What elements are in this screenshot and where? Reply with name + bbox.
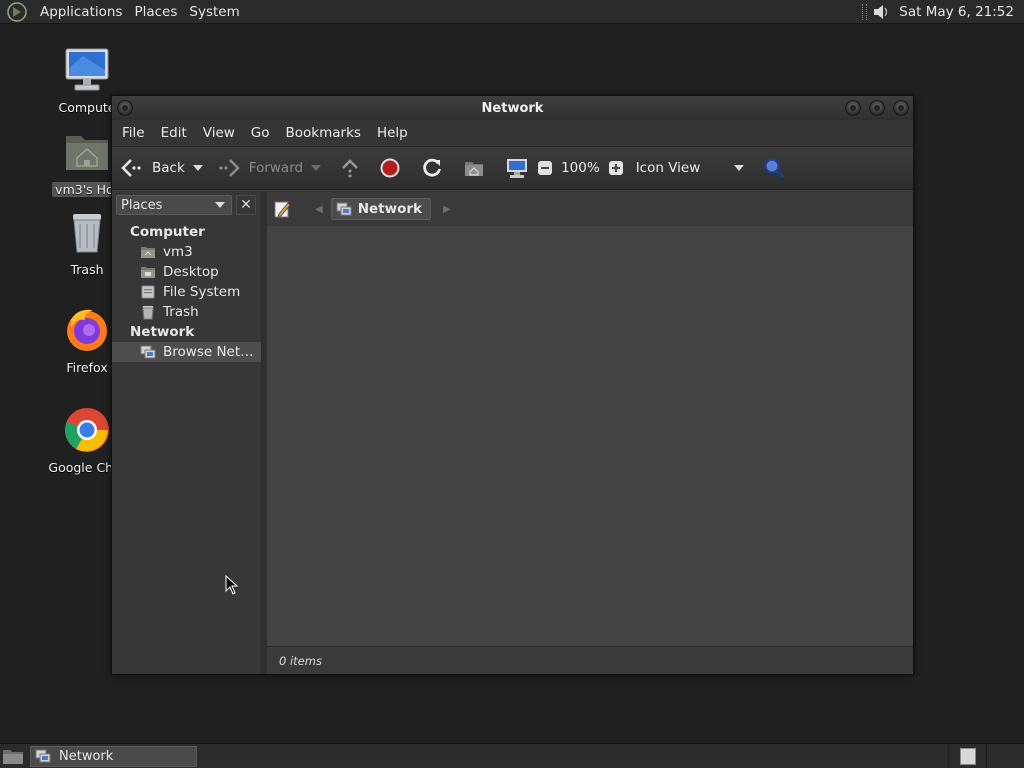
system-tray: Sat May 6, 21:52	[862, 0, 1024, 24]
workspace-1[interactable]	[948, 743, 986, 768]
close-button[interactable]	[893, 100, 909, 116]
sidebar-item-label: Desktop	[163, 264, 219, 280]
zoom-in-icon[interactable]	[608, 160, 624, 176]
system-menu[interactable]: System	[183, 4, 245, 20]
bottom-panel: Network	[0, 743, 1024, 768]
network-icon	[140, 345, 156, 359]
minimize-button[interactable]	[845, 100, 861, 116]
back-arrow-icon	[121, 159, 141, 177]
sidebar-item-vm3[interactable]: vm3	[112, 242, 261, 262]
firefox-icon	[67, 309, 107, 351]
forward-history-dropdown[interactable]	[311, 165, 322, 171]
menu-bookmarks[interactable]: Bookmarks	[280, 125, 367, 141]
sidebar-header: Places ✕	[112, 192, 261, 218]
tray-separator	[862, 3, 868, 20]
zoom-out-icon[interactable]	[537, 160, 553, 176]
network-icon	[35, 749, 51, 763]
up-arrow-icon[interactable]	[339, 157, 361, 179]
sidebar-item-label: vm3	[163, 244, 193, 260]
trash-icon	[142, 306, 154, 320]
workspace-switcher	[948, 743, 1024, 768]
menu-help[interactable]: Help	[371, 125, 414, 141]
clock[interactable]: Sat May 6, 21:52	[891, 4, 1024, 20]
window-title: Network	[481, 100, 544, 116]
back-label: Back	[152, 160, 185, 176]
top-panel: Applications Places System Sat May 6, 21…	[0, 0, 1024, 24]
desktop-icon-label: Trash	[70, 262, 104, 277]
status-bar: 0 items	[267, 646, 913, 674]
speaker-icon[interactable]	[871, 2, 891, 22]
home-icon[interactable]	[463, 157, 485, 179]
toolbar: Back Forward 100% Icon View	[112, 146, 913, 190]
taskbar-item-label: Network	[59, 748, 114, 764]
gnome-foot-icon[interactable]	[6, 1, 28, 23]
drive-icon	[141, 285, 155, 299]
window-titlebar[interactable]: Network	[112, 96, 913, 120]
forward-button[interactable]: Forward	[217, 157, 303, 179]
taskbar-item-network[interactable]: Network	[30, 745, 197, 767]
path-scroll-right-icon[interactable]: ▶	[443, 204, 451, 215]
forward-arrow-icon	[219, 159, 240, 177]
home-folder-icon	[141, 247, 155, 258]
workspace-preview	[959, 747, 976, 765]
zoom-level: 100%	[561, 160, 600, 176]
sidebar-item-label: Trash	[163, 304, 199, 320]
breadcrumb-network[interactable]: Network	[330, 198, 431, 220]
file-view-area[interactable]	[267, 226, 913, 646]
desktop-folder-icon	[141, 267, 155, 278]
menu-edit[interactable]: Edit	[155, 125, 193, 141]
computer-icon	[65, 48, 109, 91]
search-icon[interactable]	[762, 156, 786, 180]
breadcrumb-label: Network	[357, 201, 422, 217]
maximize-button[interactable]	[869, 100, 885, 116]
chevron-down-icon	[734, 165, 745, 171]
network-icon	[336, 202, 352, 216]
sidebar-heading-network: Network	[130, 324, 195, 340]
applications-menu[interactable]: Applications	[34, 4, 128, 20]
sidebar-item-desktop[interactable]: Desktop	[112, 262, 261, 282]
mouse-cursor-icon	[225, 575, 239, 595]
menu-go[interactable]: Go	[245, 125, 276, 141]
reload-icon[interactable]	[421, 157, 443, 179]
workspace-2[interactable]	[986, 743, 1024, 768]
menu-view[interactable]: View	[197, 125, 241, 141]
forward-label: Forward	[248, 160, 304, 176]
desktop-icon-label: Firefox	[66, 360, 108, 375]
home-folder-icon	[66, 136, 108, 170]
chevron-down-icon	[215, 202, 225, 208]
sidebar-item-trash[interactable]: Trash	[112, 302, 261, 322]
stop-icon[interactable]	[379, 157, 401, 179]
sidebar-item-label: File System	[163, 284, 241, 300]
places-menu[interactable]: Places	[128, 4, 183, 20]
sidebar-heading-computer: Computer	[130, 224, 205, 240]
desktop-icon-label: Compute	[58, 100, 116, 115]
sidebar-item-file-system[interactable]: File System	[112, 282, 261, 302]
chrome-icon	[65, 408, 109, 452]
menu-file[interactable]: File	[116, 125, 151, 141]
path-scroll-left-icon[interactable]: ◀	[315, 204, 323, 215]
back-history-dropdown[interactable]	[192, 165, 203, 171]
sidebar-item-browse-network[interactable]: Browse Net…	[112, 342, 261, 362]
view-mode-select[interactable]: Icon View	[636, 160, 745, 176]
window-menu-button[interactable]	[117, 100, 133, 116]
item-count: 0 items	[279, 653, 322, 668]
back-button[interactable]: Back	[120, 157, 185, 179]
menubar: File Edit View Go Bookmarks Help	[112, 120, 913, 146]
location-bar: ◀ Network ▶	[267, 192, 913, 226]
view-mode-label: Icon View	[635, 160, 701, 176]
computer-icon[interactable]	[505, 157, 529, 179]
sidebar-item-label: Browse Net…	[163, 344, 254, 360]
trash-icon	[73, 214, 101, 253]
show-desktop-icon[interactable]	[2, 746, 24, 766]
sidebar-selector[interactable]: Places	[116, 195, 232, 215]
sidebar: Places ✕ Computer vm3 Desktop File Syste…	[112, 192, 262, 674]
close-sidebar-button[interactable]: ✕	[236, 195, 256, 215]
sidebar-selector-label: Places	[121, 197, 163, 213]
edit-location-icon[interactable]	[273, 199, 293, 219]
